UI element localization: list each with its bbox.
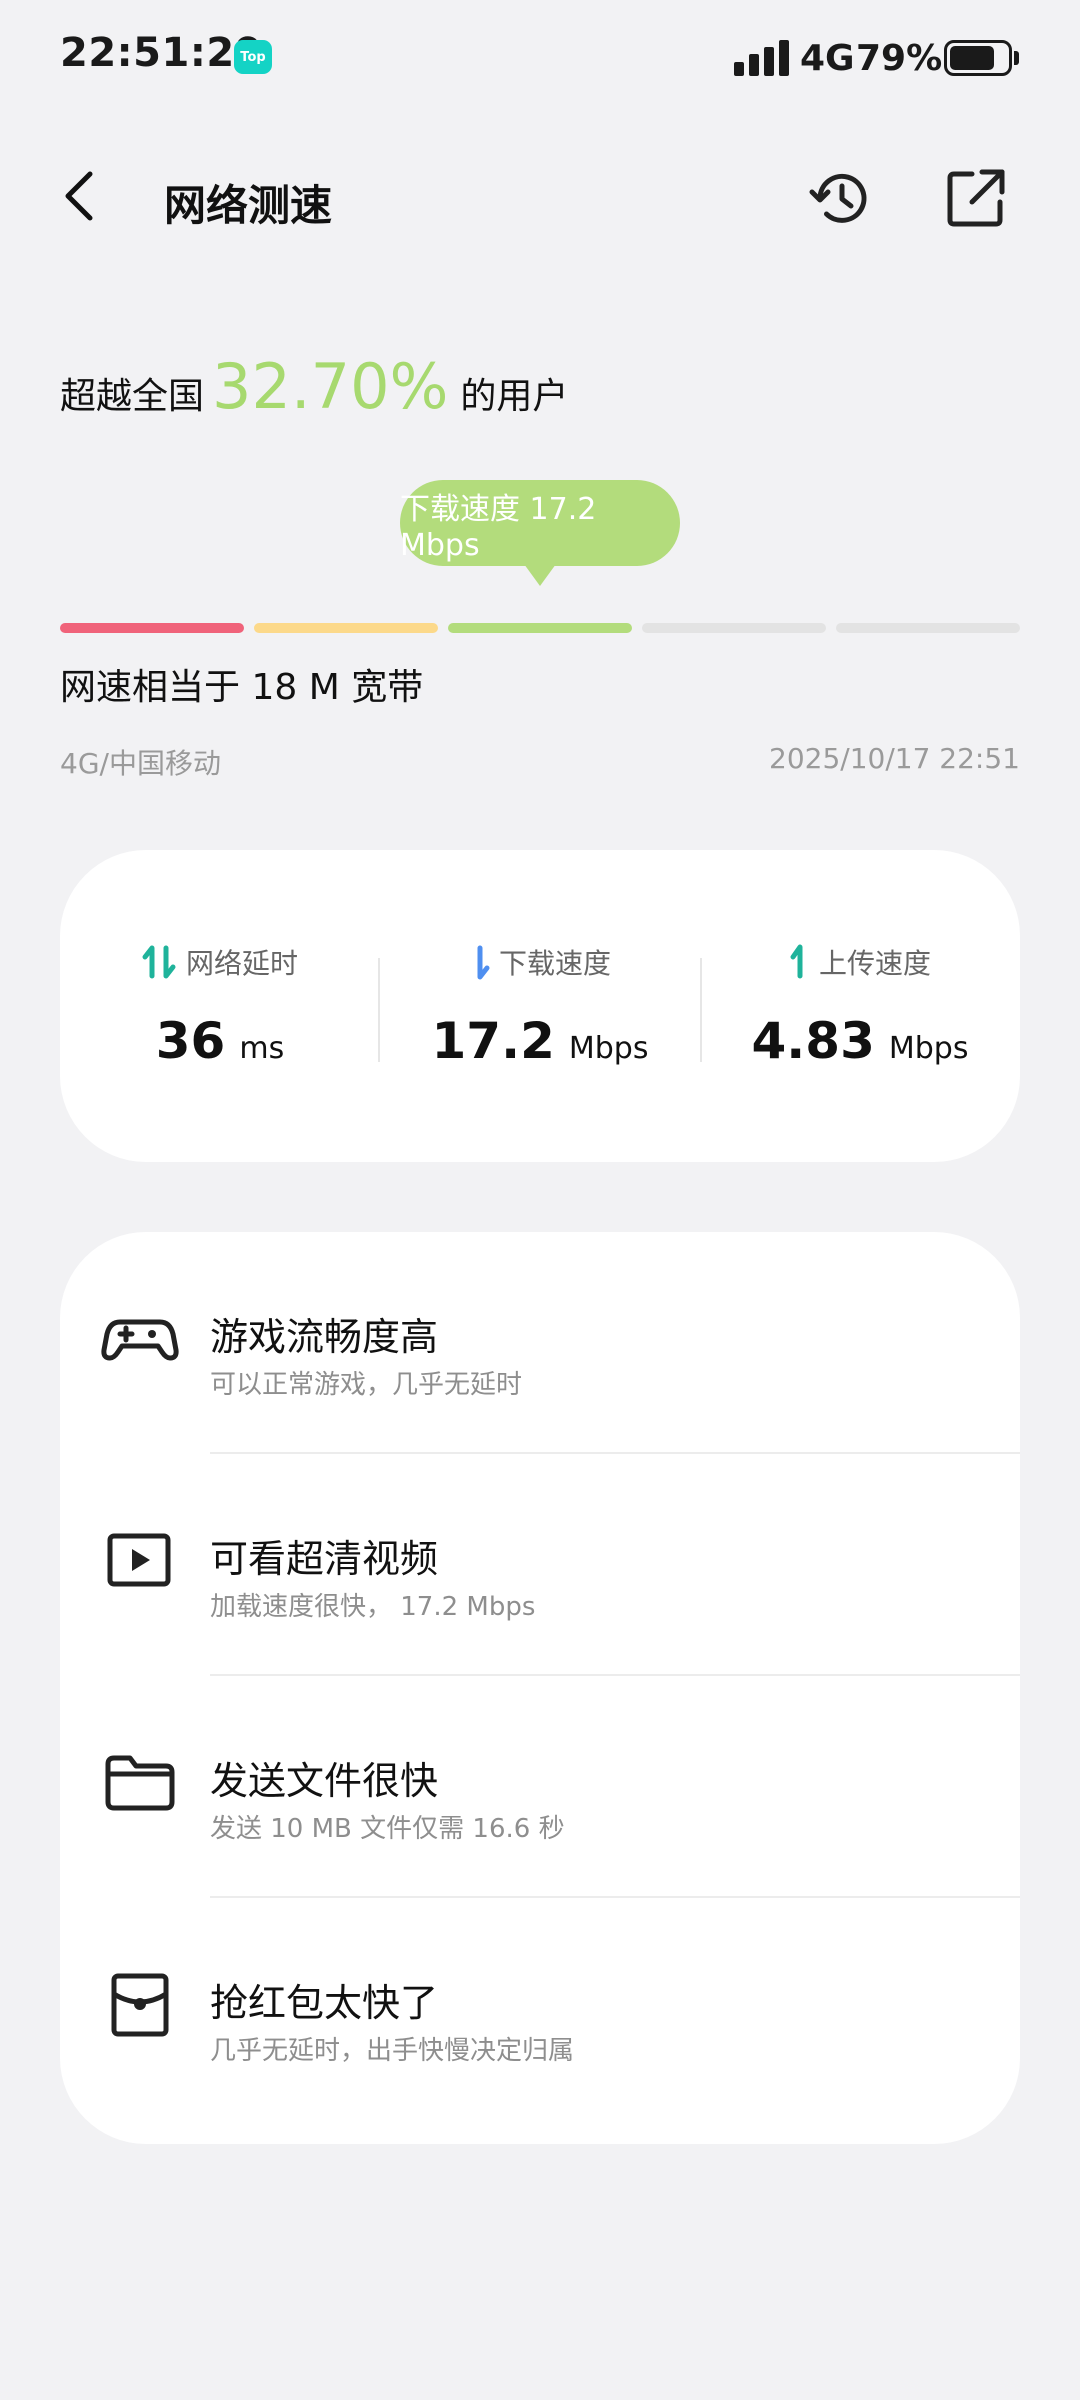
feature-item-file-transfer[interactable]: 发送文件很快 发送 10 MB 文件仅需 16.6 秒	[60, 1676, 1020, 1898]
metric-label: 下载速度	[498, 947, 611, 980]
feature-description: 可以正常游戏，几乎无延时	[210, 1370, 523, 1400]
latency-arrows-icon	[142, 945, 176, 979]
rank-prefix: 超越全国	[60, 376, 205, 417]
screen: 22:51:29 Top 4G 79% 网络测速 超越全国 32.70% 的用户…	[0, 0, 1080, 2400]
speed-level-bar	[60, 623, 1020, 633]
metrics-card: 网络延时 36 ms 下载速度 17.2 Mbps 上传速度 4.83 Mbps	[60, 850, 1020, 1162]
level-segment	[642, 623, 826, 633]
carrier-label: 4G/中国移动	[60, 747, 221, 780]
metric-latency: 网络延时 36 ms	[60, 942, 380, 1092]
history-icon	[809, 173, 867, 223]
history-button[interactable]	[806, 164, 874, 232]
metric-value: 36	[155, 1012, 226, 1070]
back-button[interactable]	[60, 160, 116, 232]
test-timestamp: 2025/10/17 22:51	[769, 742, 1020, 775]
metric-unit: Mbps	[888, 1031, 969, 1066]
metric-value: 17.2	[431, 1012, 555, 1070]
metric-label: 网络延时	[185, 947, 298, 980]
video-play-icon	[107, 1533, 171, 1587]
rank-suffix: 的用户	[460, 376, 569, 417]
page-title: 网络测速	[164, 181, 333, 230]
battery-icon	[944, 40, 1012, 76]
gamepad-icon	[101, 1319, 179, 1361]
upload-arrow-icon	[790, 944, 803, 979]
feature-title: 游戏流畅度高	[210, 1315, 439, 1359]
feature-description: 几乎无延时，出手快慢决定归属	[210, 2036, 575, 2066]
features-card: 游戏流畅度高 可以正常游戏，几乎无延时 可看超清视频 加载速度很快， 17.2 …	[60, 1232, 1020, 2144]
metric-unit: Mbps	[568, 1031, 649, 1066]
level-segment	[836, 623, 1020, 633]
status-time: 22:51:29	[60, 30, 263, 76]
battery-percentage: 79%	[856, 38, 943, 79]
level-segment	[254, 623, 438, 633]
metric-upload: 上传速度 4.83 Mbps	[700, 942, 1020, 1092]
metric-download: 下载速度 17.2 Mbps	[380, 942, 700, 1092]
feature-description: 发送 10 MB 文件仅需 16.6 秒	[210, 1814, 565, 1844]
app-notification-badge: Top	[234, 40, 272, 74]
battery-fill	[950, 46, 995, 70]
level-segment	[448, 623, 632, 633]
status-bar: 22:51:29 Top 4G 79%	[0, 0, 1080, 116]
feature-item-video[interactable]: 可看超清视频 加载速度很快， 17.2 Mbps	[60, 1454, 1020, 1676]
feature-description: 加载速度很快， 17.2 Mbps	[210, 1592, 536, 1622]
feature-item-gaming[interactable]: 游戏流畅度高 可以正常游戏，几乎无延时	[60, 1232, 1020, 1454]
feature-item-red-packet[interactable]: 抢红包太快了 几乎无延时，出手快慢决定归属	[60, 1898, 1020, 2120]
metric-value: 4.83	[751, 1012, 875, 1070]
battery-tip	[1014, 51, 1019, 65]
chevron-left-icon	[65, 171, 93, 221]
share-button[interactable]	[942, 164, 1010, 232]
share-icon	[947, 169, 1005, 227]
download-speed-tooltip: 下载速度 17.2 Mbps	[400, 480, 680, 586]
feature-title: 发送文件很快	[210, 1759, 439, 1803]
signal-strength-icon	[734, 40, 790, 76]
download-arrow-icon	[477, 945, 490, 980]
folder-icon	[105, 1755, 175, 1811]
rank-line: 超越全国 32.70% 的用户	[60, 350, 568, 430]
level-segment	[60, 623, 244, 633]
feature-title: 抢红包太快了	[210, 1981, 439, 2025]
rank-value: 32.70%	[212, 350, 449, 423]
metric-label: 上传速度	[818, 947, 931, 980]
red-packet-icon	[111, 1973, 169, 2037]
broadband-equivalent: 网速相当于 18 M 宽带	[60, 667, 424, 708]
network-type: 4G	[800, 38, 855, 79]
metric-unit: ms	[239, 1031, 285, 1066]
feature-title: 可看超清视频	[210, 1537, 439, 1581]
